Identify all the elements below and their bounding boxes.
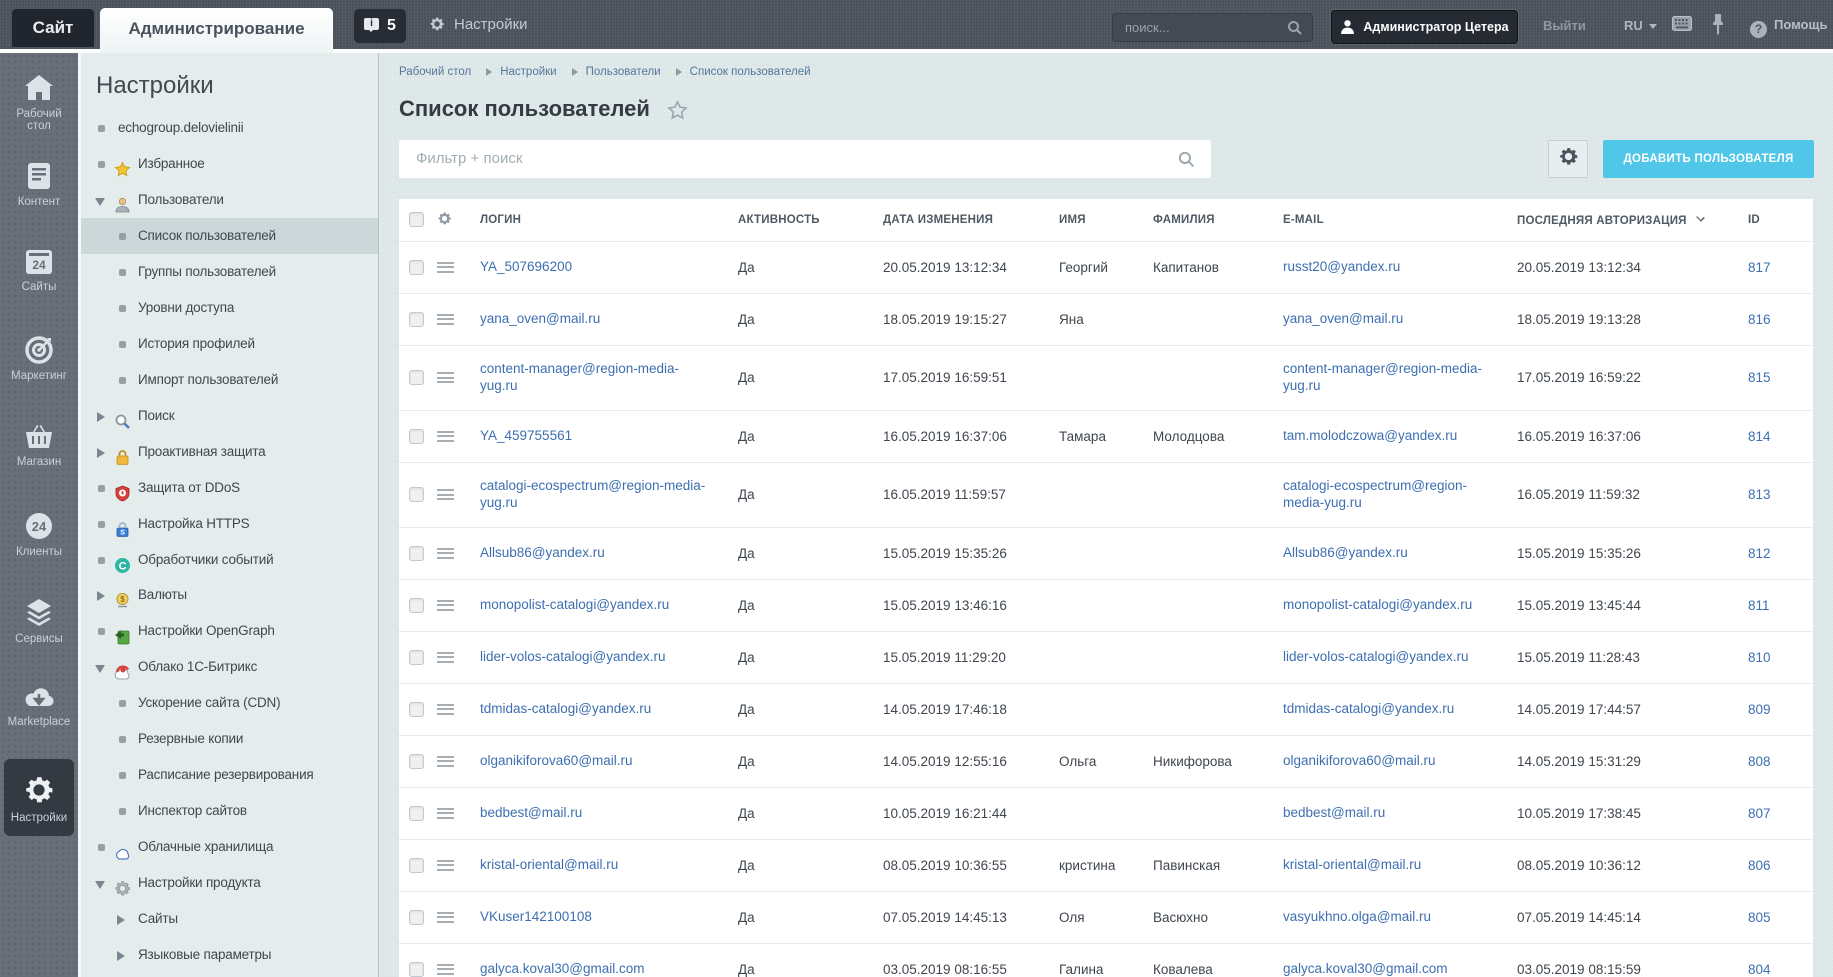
svg-text:24: 24 — [32, 519, 47, 534]
svg-text:C: C — [119, 561, 127, 573]
svg-text:S: S — [120, 530, 125, 537]
svg-text:24: 24 — [32, 258, 46, 272]
